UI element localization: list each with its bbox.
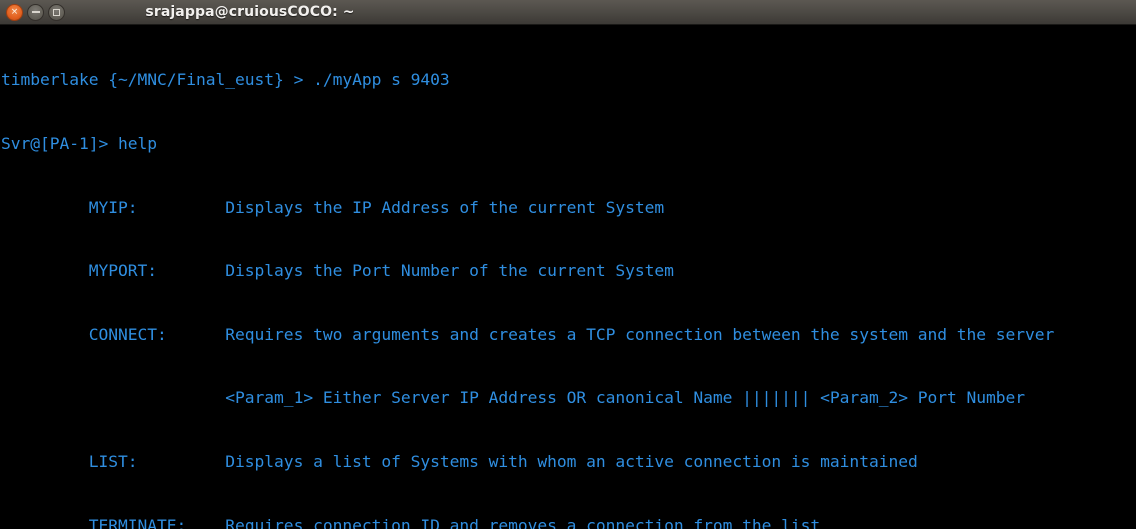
terminal-output: timberlake {~/MNC/Final_eust} > ./myApp … <box>1 27 1136 529</box>
window-titlebar[interactable]: × srajappa@cruiousCOCO: ~ <box>0 0 1136 25</box>
minimize-icon <box>31 11 40 13</box>
maximize-button[interactable] <box>48 3 65 21</box>
window-title-text: srajappa@cruiousCOCO: ~ <box>145 4 355 20</box>
terminal-screen[interactable]: timberlake {~/MNC/Final_eust} > ./myApp … <box>0 25 1136 529</box>
close-button[interactable]: × <box>6 3 23 21</box>
terminal-line: LIST: Displays a list of Systems with wh… <box>1 451 918 471</box>
terminal-line: MYIP: Displays the IP Address of the cur… <box>1 197 665 217</box>
terminal-line: MYPORT: Displays the Port Number of the … <box>1 261 674 281</box>
terminal-window: × srajappa@cruiousCOCO: ~ timberlake {~/… <box>0 0 1136 529</box>
terminal-line: TERMINATE: Requires connection ID and re… <box>1 515 821 529</box>
minimize-button[interactable] <box>27 3 44 21</box>
terminal-line: Svr@[PA-1]> help <box>1 134 158 153</box>
maximize-icon <box>53 8 60 16</box>
terminal-line: CONNECT: Requires two arguments and crea… <box>1 324 1055 344</box>
close-icon: × <box>10 6 19 17</box>
window-controls: × <box>6 3 65 21</box>
terminal-line: <Param_1> Either Server IP Address OR ca… <box>1 388 1025 408</box>
window-title: srajappa@cruiousCOCO: ~ <box>0 0 1136 25</box>
terminal-line: timberlake {~/MNC/Final_eust} > ./myApp … <box>1 70 450 90</box>
